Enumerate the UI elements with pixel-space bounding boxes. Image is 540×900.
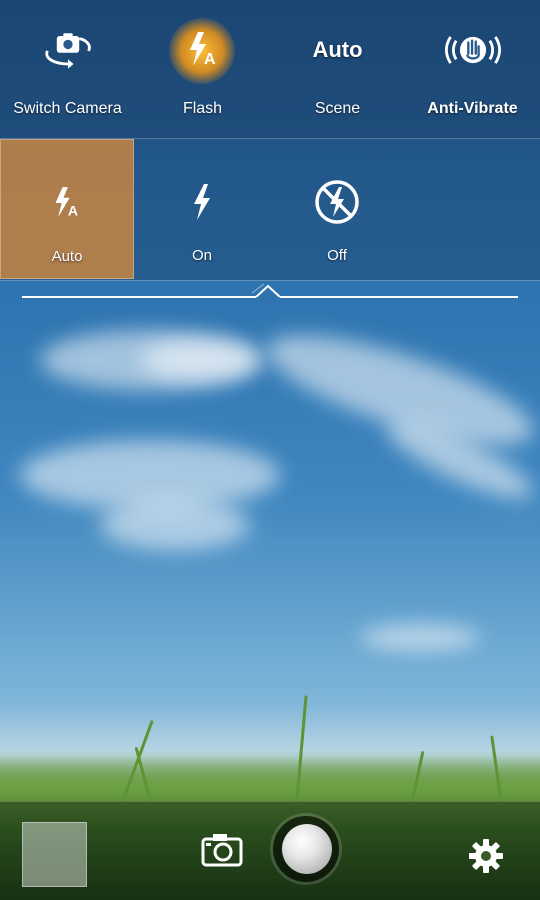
gallery-thumbnail[interactable] [22, 822, 87, 887]
switch-camera-icon [40, 22, 96, 78]
flash-auto-icon: A [42, 178, 92, 228]
anti-vibrate-button[interactable]: Anti-Vibrate [405, 0, 540, 138]
shutter-button[interactable] [282, 824, 332, 874]
scene-label: Scene [314, 100, 361, 117]
anti-vibrate-icon [444, 22, 501, 78]
flash-label: Flash [182, 100, 223, 117]
scene-button[interactable]: Auto Scene [270, 0, 405, 138]
camera-mode-icon [201, 834, 243, 867]
camera-toolbar: Switch Camera A Flash Auto Scene Anti-Vi… [0, 0, 540, 139]
flash-option-auto-label: Auto [51, 248, 83, 265]
flash-off-icon [312, 177, 362, 227]
flash-on-icon [177, 177, 227, 227]
gear-icon [469, 839, 503, 873]
flash-option-off-label: Off [327, 247, 347, 264]
camera-mode-button[interactable] [200, 832, 244, 868]
flash-option-off[interactable]: Off [270, 139, 404, 279]
flash-option-on[interactable]: On [135, 139, 269, 279]
flash-option-auto[interactable]: A Auto [0, 139, 134, 279]
switch-camera-label: Switch Camera [13, 100, 122, 117]
capture-bar [0, 801, 540, 900]
flash-button[interactable]: A Flash [135, 0, 270, 138]
flash-auto-icon: A [175, 22, 231, 78]
panel-collapse-handle[interactable] [22, 284, 518, 300]
settings-button[interactable] [466, 836, 506, 876]
flash-options-panel: A Auto On Off [0, 139, 540, 281]
svg-text:A: A [68, 202, 78, 218]
anti-vibrate-label: Anti-Vibrate [427, 100, 518, 117]
switch-camera-button[interactable]: Switch Camera [0, 0, 135, 138]
flash-option-on-label: On [191, 247, 212, 264]
scene-value: Auto [312, 37, 363, 62]
svg-text:A: A [204, 51, 216, 68]
